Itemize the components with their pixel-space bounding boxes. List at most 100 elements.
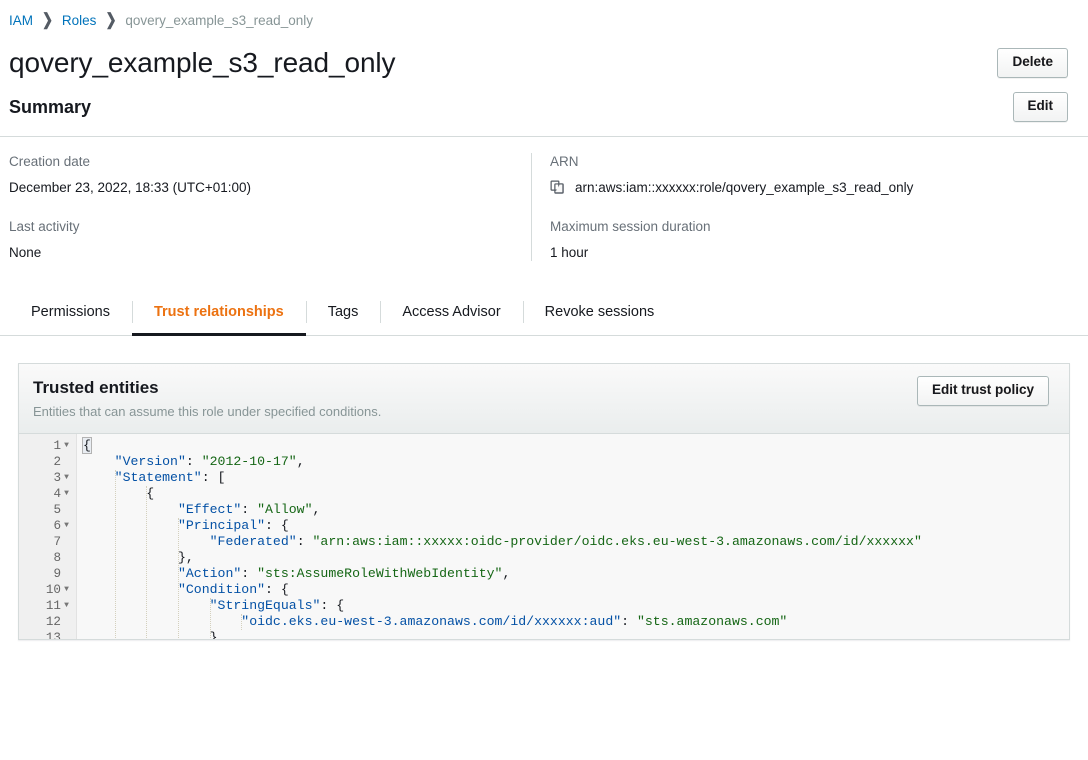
editor-gutter-line: 2▼ bbox=[19, 454, 76, 470]
code-token bbox=[83, 598, 210, 613]
field-last-activity: Last activity None bbox=[9, 218, 511, 261]
code-token: "Condition" bbox=[178, 582, 265, 597]
code-token: }, bbox=[83, 550, 194, 565]
code-token: } bbox=[83, 630, 218, 640]
arn-value-row: arn:aws:iam::xxxxxx:role/qovery_example_… bbox=[550, 179, 1088, 197]
field-arn: ARN arn:aws:iam::xxxxxx:role/qovery_exam… bbox=[550, 153, 1088, 196]
code-token: "sts:AssumeRoleWithWebIdentity" bbox=[257, 566, 502, 581]
policy-code-editor[interactable]: 1▼2▼3▼4▼5▼6▼7▼8▼9▼10▼11▼12▼13▼14▼15▼16▼1… bbox=[19, 434, 1069, 640]
code-token: : { bbox=[320, 598, 344, 613]
edit-trust-policy-button[interactable]: Edit trust policy bbox=[917, 376, 1049, 406]
code-token: "oidc.eks.eu-west-3.amazonaws.com/id/xxx… bbox=[241, 614, 621, 629]
panel-header: Trusted entities Entities that can assum… bbox=[19, 364, 1069, 434]
editor-gutter-line: 8▼ bbox=[19, 550, 76, 566]
code-token: "arn:aws:iam::xxxxx:oidc-provider/oidc.e… bbox=[313, 534, 922, 549]
edit-button[interactable]: Edit bbox=[1013, 92, 1069, 122]
breadcrumb: IAM ❯ Roles ❯ qovery_example_s3_read_onl… bbox=[0, 0, 1088, 30]
line-number: 6 bbox=[53, 518, 61, 534]
tab-tags[interactable]: Tags bbox=[306, 289, 381, 335]
code-token: , bbox=[502, 566, 510, 581]
line-number: 1 bbox=[53, 438, 61, 454]
code-token bbox=[83, 518, 178, 533]
editor-code-line: "Effect": "Allow", bbox=[77, 502, 1069, 518]
code-token: "Effect" bbox=[178, 502, 241, 517]
editor-code-area[interactable]: { "Version": "2012-10-17", "Statement": … bbox=[77, 434, 1069, 640]
arn-label: ARN bbox=[550, 153, 1088, 171]
editor-gutter-line: 1▼ bbox=[19, 438, 76, 454]
editor-code-line: "Version": "2012-10-17", bbox=[77, 454, 1069, 470]
code-fold-toggle-icon[interactable]: ▼ bbox=[61, 582, 72, 598]
breadcrumb-item-iam[interactable]: IAM bbox=[9, 13, 33, 28]
code-token: : { bbox=[265, 518, 289, 533]
max-session-label: Maximum session duration bbox=[550, 218, 1088, 236]
line-number: 7 bbox=[53, 534, 61, 550]
tab-label: Permissions bbox=[31, 304, 110, 320]
code-token: , bbox=[297, 454, 305, 469]
code-fold-toggle-icon[interactable]: ▼ bbox=[61, 486, 72, 502]
editor-code-line: "oidc.eks.eu-west-3.amazonaws.com/id/xxx… bbox=[77, 614, 1069, 630]
editor-gutter-line: 12▼ bbox=[19, 614, 76, 630]
tab-trust-relationships[interactable]: Trust relationships bbox=[132, 289, 306, 335]
code-token: "Allow" bbox=[257, 502, 312, 517]
code-token: : bbox=[297, 534, 313, 549]
page-title: qovery_example_s3_read_only bbox=[9, 49, 395, 77]
code-token: : bbox=[621, 614, 637, 629]
code-token: , bbox=[313, 502, 321, 517]
editor-gutter-line: 4▼ bbox=[19, 486, 76, 502]
creation-date-label: Creation date bbox=[9, 153, 511, 171]
code-token bbox=[83, 582, 178, 597]
editor-code-line: { bbox=[77, 486, 1069, 502]
line-number: 2 bbox=[53, 454, 61, 470]
panel-header-text: Trusted entities Entities that can assum… bbox=[33, 376, 381, 419]
code-token: : [ bbox=[202, 470, 226, 485]
code-fold-toggle-icon[interactable]: ▼ bbox=[61, 438, 72, 454]
summary-header: Summary Edit bbox=[0, 78, 1088, 136]
editor-gutter-line: 11▼ bbox=[19, 598, 76, 614]
tab-permissions[interactable]: Permissions bbox=[9, 289, 132, 335]
editor-code-line: "Condition": { bbox=[77, 582, 1069, 598]
editor-code-line: "Statement": [ bbox=[77, 470, 1069, 486]
editor-code-line: "Action": "sts:AssumeRoleWithWebIdentity… bbox=[77, 566, 1069, 582]
code-token bbox=[83, 566, 178, 581]
tab-revoke-sessions[interactable]: Revoke sessions bbox=[523, 289, 677, 335]
editor-gutter-line: 3▼ bbox=[19, 470, 76, 486]
code-token: "StringEquals" bbox=[210, 598, 321, 613]
code-fold-toggle-icon[interactable]: ▼ bbox=[61, 470, 72, 486]
editor-code-line: { bbox=[77, 438, 1069, 454]
code-token: "Federated" bbox=[210, 534, 297, 549]
editor-code-line: "StringEquals": { bbox=[77, 598, 1069, 614]
tab-label: Trust relationships bbox=[154, 304, 284, 320]
editor-gutter-line: 6▼ bbox=[19, 518, 76, 534]
editor-gutter-line: 5▼ bbox=[19, 502, 76, 518]
breadcrumb-item-roles[interactable]: Roles bbox=[62, 13, 97, 28]
breadcrumb-separator-icon: ❯ bbox=[42, 10, 53, 30]
last-activity-label: Last activity bbox=[9, 218, 511, 236]
line-number: 13 bbox=[46, 630, 61, 640]
tab-access-advisor[interactable]: Access Advisor bbox=[380, 289, 522, 335]
tab-bar: Permissions Trust relationships Tags Access… bbox=[0, 289, 1088, 336]
code-token: "sts.amazonaws.com" bbox=[637, 614, 787, 629]
summary-column-right: ARN arn:aws:iam::xxxxxx:role/qovery_exam… bbox=[531, 153, 1088, 261]
code-token: "Statement" bbox=[115, 470, 202, 485]
code-token: "2012-10-17" bbox=[202, 454, 297, 469]
tab-label: Tags bbox=[328, 304, 359, 320]
breadcrumb-separator-icon: ❯ bbox=[105, 10, 116, 30]
code-token: : { bbox=[265, 582, 289, 597]
code-fold-toggle-icon[interactable]: ▼ bbox=[61, 598, 72, 614]
line-number: 11 bbox=[46, 598, 61, 614]
editor-gutter-line: 9▼ bbox=[19, 566, 76, 582]
code-token: : bbox=[241, 502, 257, 517]
code-token bbox=[83, 502, 178, 517]
code-token: : bbox=[186, 454, 202, 469]
code-fold-toggle-icon[interactable]: ▼ bbox=[61, 518, 72, 534]
copy-icon[interactable] bbox=[550, 180, 565, 195]
editor-code-line: } bbox=[77, 630, 1069, 640]
panel-description: Entities that can assume this role under… bbox=[33, 404, 381, 419]
code-token: { bbox=[83, 438, 91, 453]
field-creation-date: Creation date December 23, 2022, 18:33 (… bbox=[9, 153, 511, 196]
delete-button[interactable]: Delete bbox=[997, 48, 1068, 78]
code-token bbox=[83, 470, 115, 485]
line-number: 12 bbox=[46, 614, 61, 630]
code-token: "Version" bbox=[115, 454, 186, 469]
trusted-entities-panel: Trusted entities Entities that can assum… bbox=[18, 363, 1070, 640]
